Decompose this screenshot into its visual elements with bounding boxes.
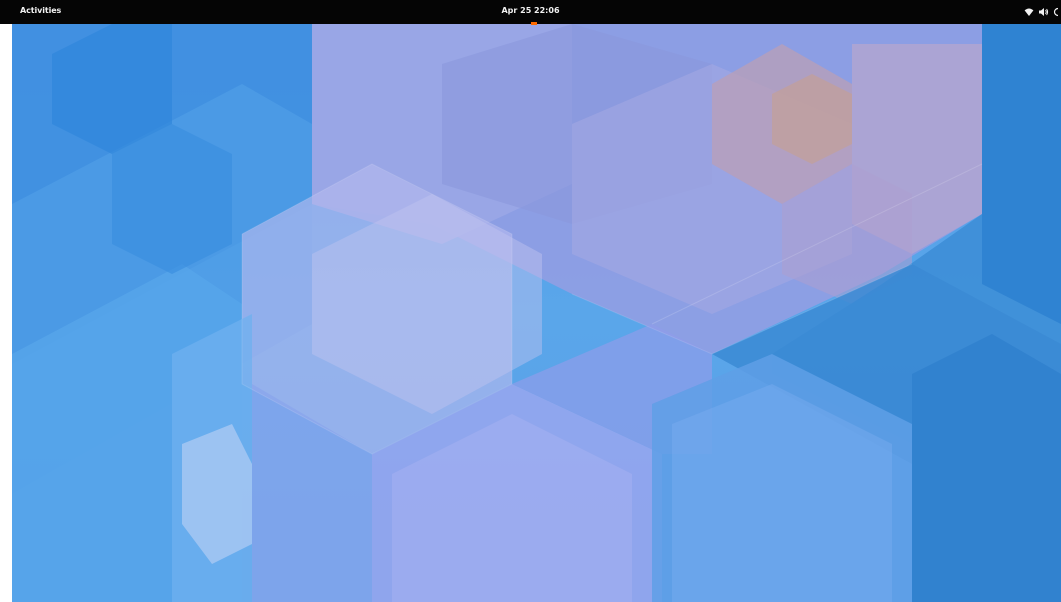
desktop-wallpaper (12, 24, 1061, 602)
wallpaper-art (12, 24, 1061, 602)
left-edge-strip (0, 24, 12, 602)
top-bar: Activities Apr 25 22:06 (0, 0, 1061, 24)
desktop-screen: Activities Apr 25 22:06 (0, 0, 1061, 602)
wifi-icon (1024, 7, 1034, 17)
system-status-menu[interactable] (1024, 0, 1061, 24)
power-icon (1053, 7, 1059, 17)
focus-indicator (531, 22, 537, 25)
activities-button[interactable]: Activities (14, 0, 67, 24)
clock-button[interactable]: Apr 25 22:06 (495, 0, 565, 24)
volume-icon (1038, 7, 1049, 17)
